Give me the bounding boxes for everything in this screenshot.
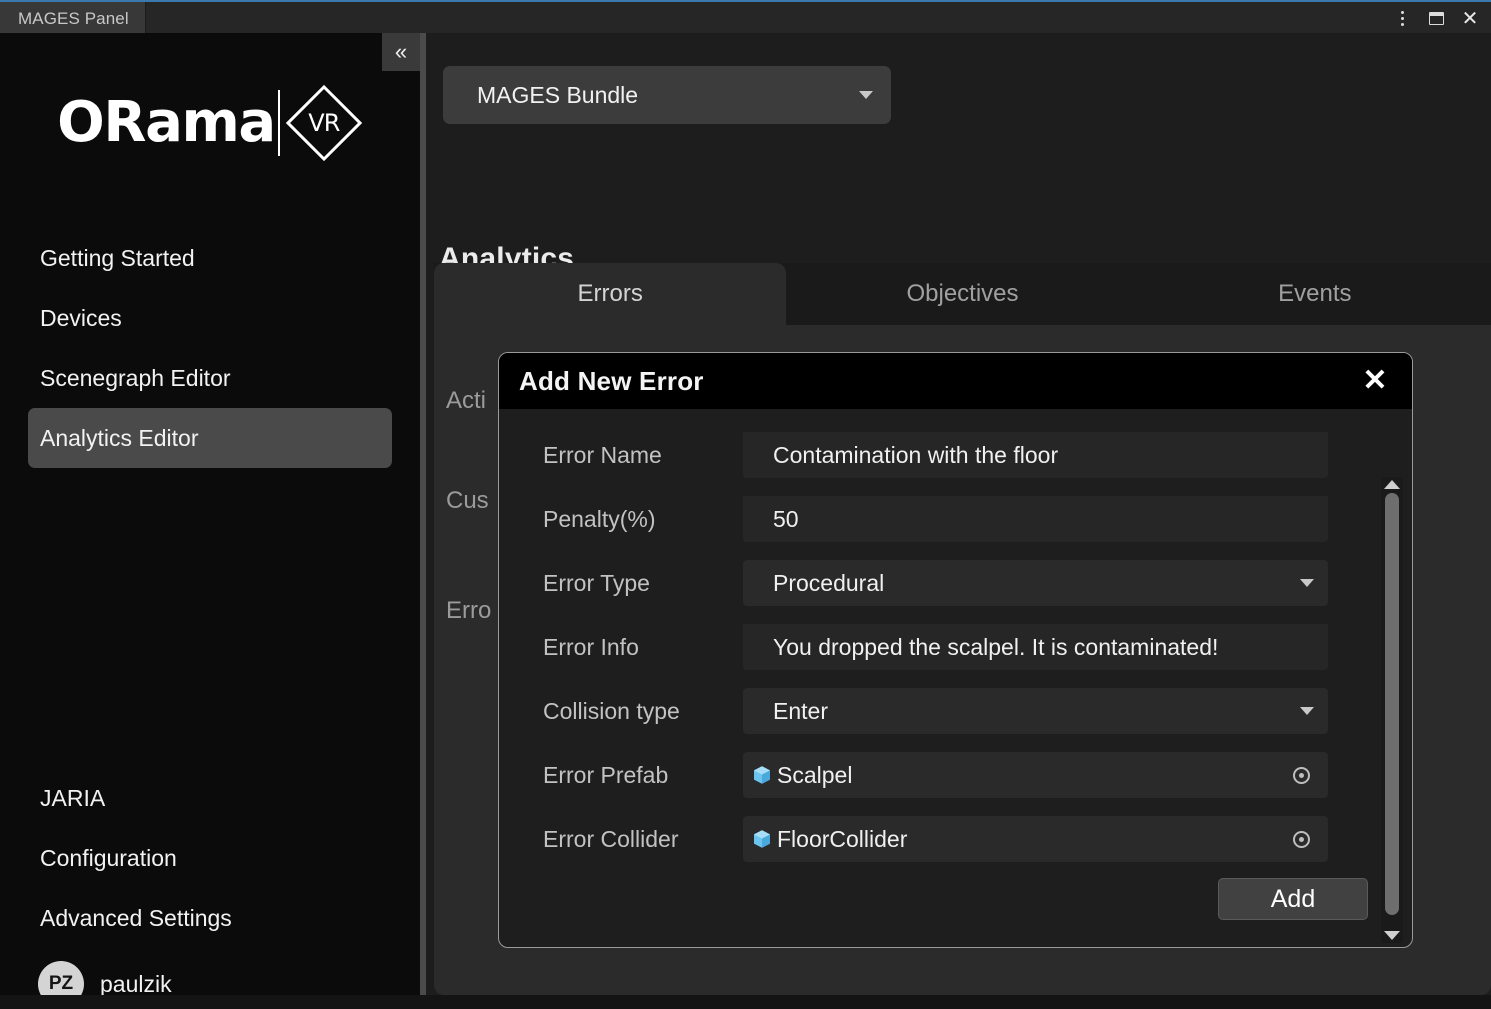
window-titlebar: MAGES Panel ✕ (0, 0, 1491, 35)
kebab-menu-icon[interactable] (1387, 4, 1417, 34)
dialog-body: Error Name Contamination with the floor … (499, 409, 1412, 947)
field-label: Error Collider (543, 825, 679, 852)
prefab-cube-icon (754, 830, 770, 848)
field-value: 50 (773, 505, 799, 532)
sidebar-item-label: Analytics Editor (40, 424, 199, 451)
panel-label-action: Acti (446, 387, 487, 414)
scrollbar-thumb[interactable] (1385, 493, 1399, 915)
sidebar: « ORama VR Getting Started Devices Scene… (0, 33, 420, 1009)
logo-divider (277, 90, 280, 156)
analytics-tabs: Errors Objectives Events (434, 263, 1491, 325)
sidebar-item-scenegraph-editor[interactable]: Scenegraph Editor (28, 348, 392, 408)
dialog-actions: Add (1218, 878, 1368, 920)
chevron-down-icon (1300, 707, 1314, 715)
user-name-label: paulzik (100, 970, 172, 997)
field-row-error-type: Error Type Procedural (499, 551, 1412, 615)
window-tab-strip: MAGES Panel (0, 2, 146, 35)
prefab-cube-icon (754, 766, 770, 784)
sidebar-item-label: Getting Started (40, 244, 195, 271)
error-prefab-object-field[interactable]: Scalpel (743, 752, 1328, 798)
scrollbar-track[interactable] (1385, 493, 1399, 927)
sidebar-item-devices[interactable]: Devices (28, 288, 392, 348)
bottom-strip (0, 995, 1491, 1009)
sidebar-item-configuration[interactable]: Configuration (28, 828, 392, 888)
mages-panel-window: MAGES Panel ✕ « ORama VR Getting Started… (0, 0, 1491, 1009)
field-label: Penalty(%) (543, 505, 656, 532)
error-info-input[interactable]: You dropped the scalpel. It is contamina… (743, 624, 1328, 670)
error-collider-object-field[interactable]: FloorCollider (743, 816, 1328, 862)
window-tab-mages-panel[interactable]: MAGES Panel (0, 2, 146, 35)
field-label: Error Name (543, 441, 662, 468)
field-row-collision-type: Collision type Enter (499, 679, 1412, 743)
window-tab-label: MAGES Panel (18, 8, 129, 28)
error-type-dropdown[interactable]: Procedural (743, 560, 1328, 606)
logo-vr-label: VR (308, 109, 340, 137)
add-new-error-dialog: Add New Error ✕ Error Name Contamination… (498, 352, 1413, 948)
chevron-double-left-icon: « (394, 39, 408, 64)
dialog-scrollbar[interactable] (1381, 477, 1403, 943)
add-button[interactable]: Add (1218, 878, 1368, 920)
field-row-error-prefab: Error Prefab Scalpel (499, 743, 1412, 807)
tab-objectives[interactable]: Objectives (786, 263, 1139, 325)
penalty-input[interactable]: 50 (743, 496, 1328, 542)
sidebar-item-label: Scenegraph Editor (40, 364, 231, 391)
field-value: FloorCollider (777, 825, 908, 852)
field-value: Contamination with the floor (773, 441, 1059, 468)
sidebar-item-analytics-editor[interactable]: Analytics Editor (28, 408, 392, 468)
field-row-error-info: Error Info You dropped the scalpel. It i… (499, 615, 1412, 679)
field-row-penalty: Penalty(%) 50 (499, 487, 1412, 551)
sidebar-item-jaria[interactable]: JARIA (28, 768, 392, 828)
chevron-down-icon (859, 91, 873, 99)
field-value: Enter (773, 697, 828, 724)
collision-type-dropdown[interactable]: Enter (743, 688, 1328, 734)
sidebar-item-getting-started[interactable]: Getting Started (28, 228, 392, 288)
tab-label: Events (1278, 280, 1352, 307)
field-value: Procedural (773, 569, 885, 596)
object-picker-icon[interactable] (1288, 762, 1314, 788)
dialog-titlebar: Add New Error ✕ (499, 353, 1412, 409)
tab-label: Objectives (906, 280, 1019, 307)
sidebar-item-advanced-settings[interactable]: Advanced Settings (28, 888, 392, 948)
object-picker-icon[interactable] (1288, 826, 1314, 852)
sidebar-item-label: Advanced Settings (40, 904, 232, 931)
error-name-input[interactable]: Contamination with the floor (743, 432, 1328, 478)
panel-label-custom: Cus (446, 487, 489, 514)
field-value: You dropped the scalpel. It is contamina… (773, 633, 1219, 660)
sidebar-item-label: Devices (40, 304, 122, 331)
tab-events[interactable]: Events (1138, 263, 1491, 325)
field-row-error-name: Error Name Contamination with the floor (499, 423, 1412, 487)
logo-diamond-icon: VR (285, 84, 363, 162)
bundle-select-dropdown[interactable]: MAGES Bundle (443, 66, 891, 124)
field-label: Error Info (543, 633, 639, 660)
scroll-up-icon[interactable] (1384, 480, 1400, 489)
panel-label-errors: Erro (446, 597, 492, 624)
field-label: Collision type (543, 697, 680, 724)
scroll-down-icon[interactable] (1384, 931, 1400, 940)
chevron-down-icon (1300, 579, 1314, 587)
sidebar-nav-bottom: JARIA Configuration Advanced Settings PZ… (0, 768, 420, 1009)
close-icon[interactable]: ✕ (1455, 4, 1485, 34)
field-row-error-collider: Error Collider FloorCollider (499, 807, 1412, 871)
close-icon[interactable]: ✕ (1358, 364, 1392, 398)
tab-label: Errors (577, 280, 643, 307)
logo-wordmark: ORama (57, 90, 276, 155)
window-controls: ✕ (1387, 2, 1485, 35)
sidebar-nav-top: Getting Started Devices Scenegraph Edito… (0, 228, 420, 468)
field-label: Error Prefab (543, 761, 669, 788)
maximize-icon[interactable] (1421, 4, 1451, 34)
field-value: Scalpel (777, 761, 853, 788)
dialog-title: Add New Error (519, 365, 704, 396)
sidebar-item-label: JARIA (40, 784, 106, 811)
bundle-select-value: MAGES Bundle (477, 81, 639, 108)
orama-vr-logo: ORama VR (0, 63, 420, 183)
field-label: Error Type (543, 569, 650, 596)
tab-errors[interactable]: Errors (434, 263, 787, 325)
sidebar-item-label: Configuration (40, 844, 177, 871)
